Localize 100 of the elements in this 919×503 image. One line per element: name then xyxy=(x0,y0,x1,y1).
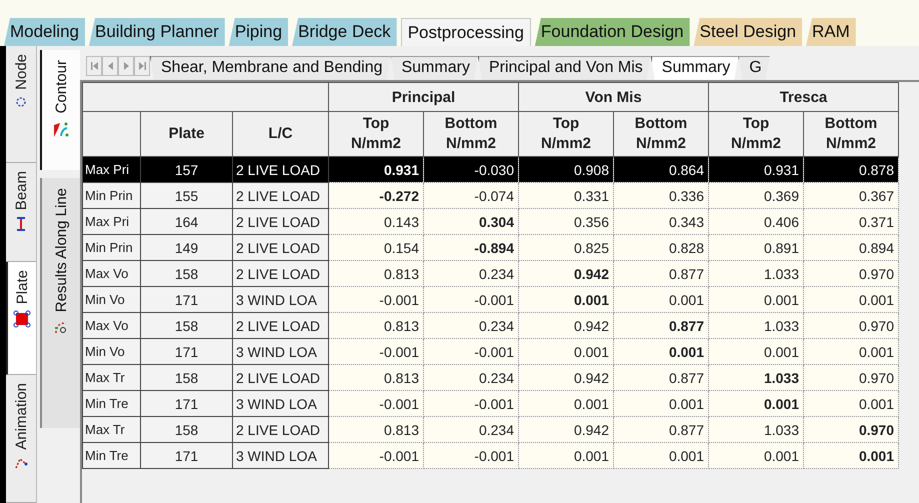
row-label: Min Vo xyxy=(82,286,140,312)
plate-icon xyxy=(13,310,31,328)
table-cell: 0.813 xyxy=(328,312,424,338)
table-cell: 157 xyxy=(140,156,232,182)
table-cell: 0.001 xyxy=(614,390,708,416)
left-arrow-icon xyxy=(90,61,98,71)
table-cell: 0.001 xyxy=(614,442,708,468)
sheet-tab[interactable]: Summary xyxy=(650,56,738,80)
table-cell: 158 xyxy=(140,364,232,390)
table-cell: 3 WIND LOA xyxy=(232,338,328,364)
table-cell: 0.001 xyxy=(614,338,708,364)
right-arrow-icon xyxy=(122,61,130,71)
table-cell: 2 LIVE LOAD xyxy=(232,156,328,182)
nav-button[interactable] xyxy=(134,56,150,76)
table-cell: 0.001 xyxy=(708,286,804,312)
row-label: Max Vo xyxy=(82,260,140,286)
table-cell: 0.343 xyxy=(614,208,708,234)
group-header: Von Mis xyxy=(518,82,708,112)
table-cell: 158 xyxy=(140,312,232,338)
row-label: Min Tre xyxy=(82,442,140,468)
table-cell: 0.813 xyxy=(328,260,424,286)
table-cell: 0.001 xyxy=(804,338,898,364)
module-tab[interactable]: Building Planner xyxy=(89,18,225,46)
table-cell: 0.234 xyxy=(424,312,518,338)
module-tab[interactable]: Modeling xyxy=(4,18,85,46)
group-header: Principal xyxy=(328,82,518,112)
table-cell: 0.367 xyxy=(804,182,898,208)
row-label: Max Pri xyxy=(82,156,140,182)
column-header: Bottom N/mm2 xyxy=(804,112,898,156)
column-header: Top N/mm2 xyxy=(328,112,424,156)
table-cell: 2 LIVE LOAD xyxy=(232,182,328,208)
table-cell: 0.942 xyxy=(518,312,614,338)
table-cell: 2 LIVE LOAD xyxy=(232,312,328,338)
right-arrow-icon xyxy=(138,61,146,71)
table-cell: -0.001 xyxy=(424,338,518,364)
table-cell: 171 xyxy=(140,442,232,468)
view-tab[interactable]: Contour xyxy=(40,50,80,170)
table-cell: 0.001 xyxy=(518,286,614,312)
table-cell: 0.825 xyxy=(518,234,614,260)
table-cell: 1.033 xyxy=(708,312,804,338)
row-label: Max Vo xyxy=(82,312,140,338)
nav-button[interactable] xyxy=(86,56,102,76)
module-tab[interactable]: Piping xyxy=(228,18,288,46)
sheet-tab[interactable]: Shear, Membrane and Bending xyxy=(150,56,390,80)
table-cell: 0.931 xyxy=(708,156,804,182)
table-cell: 0.001 xyxy=(708,442,804,468)
table-cell: 0.406 xyxy=(708,208,804,234)
table-cell: 2 LIVE LOAD xyxy=(232,364,328,390)
table-cell: 0.828 xyxy=(614,234,708,260)
nav-button[interactable] xyxy=(118,56,134,76)
table-cell: 0.154 xyxy=(328,234,424,260)
row-label: Max Tr xyxy=(82,416,140,442)
table-cell: 0.942 xyxy=(518,260,614,286)
table-cell: 0.942 xyxy=(518,416,614,442)
table-cell: 0.001 xyxy=(614,286,708,312)
table-cell: 0.001 xyxy=(804,286,898,312)
table-cell: 171 xyxy=(140,390,232,416)
table-cell: 158 xyxy=(140,416,232,442)
module-tab[interactable]: Foundation Design xyxy=(534,18,690,46)
table-cell: 158 xyxy=(140,260,232,286)
table-cell: 0.877 xyxy=(614,364,708,390)
table-cell: -0.894 xyxy=(424,234,518,260)
table-cell: -0.001 xyxy=(424,286,518,312)
table-cell: 164 xyxy=(140,208,232,234)
table-cell: 0.369 xyxy=(708,182,804,208)
sheet-tab[interactable]: G xyxy=(738,56,770,80)
group-header: Tresca xyxy=(708,82,898,112)
table-cell: 0.878 xyxy=(804,156,898,182)
table-cell: 0.970 xyxy=(804,260,898,286)
table-cell: 171 xyxy=(140,338,232,364)
view-tab[interactable]: Results Along Line xyxy=(40,178,80,428)
side-tab[interactable]: Animation xyxy=(6,375,36,503)
header-cell xyxy=(82,112,140,156)
table-cell: -0.030 xyxy=(424,156,518,182)
table-cell: 149 xyxy=(140,234,232,260)
table-cell: -0.074 xyxy=(424,182,518,208)
contour-icon xyxy=(52,121,70,140)
table-cell: 0.970 xyxy=(804,312,898,338)
table-cell: 0.908 xyxy=(518,156,614,182)
table-cell: -0.001 xyxy=(328,390,424,416)
table-cell: -0.001 xyxy=(328,338,424,364)
table-cell: 0.864 xyxy=(614,156,708,182)
nav-button[interactable] xyxy=(102,56,118,76)
table-cell: 155 xyxy=(140,182,232,208)
table-cell: 3 WIND LOA xyxy=(232,390,328,416)
sheet-tab[interactable]: Summary xyxy=(390,56,478,80)
table-cell: 2 LIVE LOAD xyxy=(232,260,328,286)
module-tab[interactable]: Bridge Deck xyxy=(292,18,397,46)
side-tab[interactable]: Node xyxy=(6,46,36,163)
column-header: L/C xyxy=(232,112,328,156)
sheet-tab[interactable]: Principal and Von Mis xyxy=(478,56,651,80)
table-cell: 1.033 xyxy=(708,416,804,442)
module-tab[interactable]: Steel Design xyxy=(694,18,802,46)
module-tab[interactable]: RAM xyxy=(806,18,856,46)
module-tab[interactable]: Postprocessing xyxy=(400,18,531,46)
table-cell: 0.001 xyxy=(708,390,804,416)
table-cell: 0.304 xyxy=(424,208,518,234)
table-cell: 0.894 xyxy=(804,234,898,260)
table-cell: 0.356 xyxy=(518,208,614,234)
side-tab[interactable]: Plate xyxy=(6,262,36,375)
